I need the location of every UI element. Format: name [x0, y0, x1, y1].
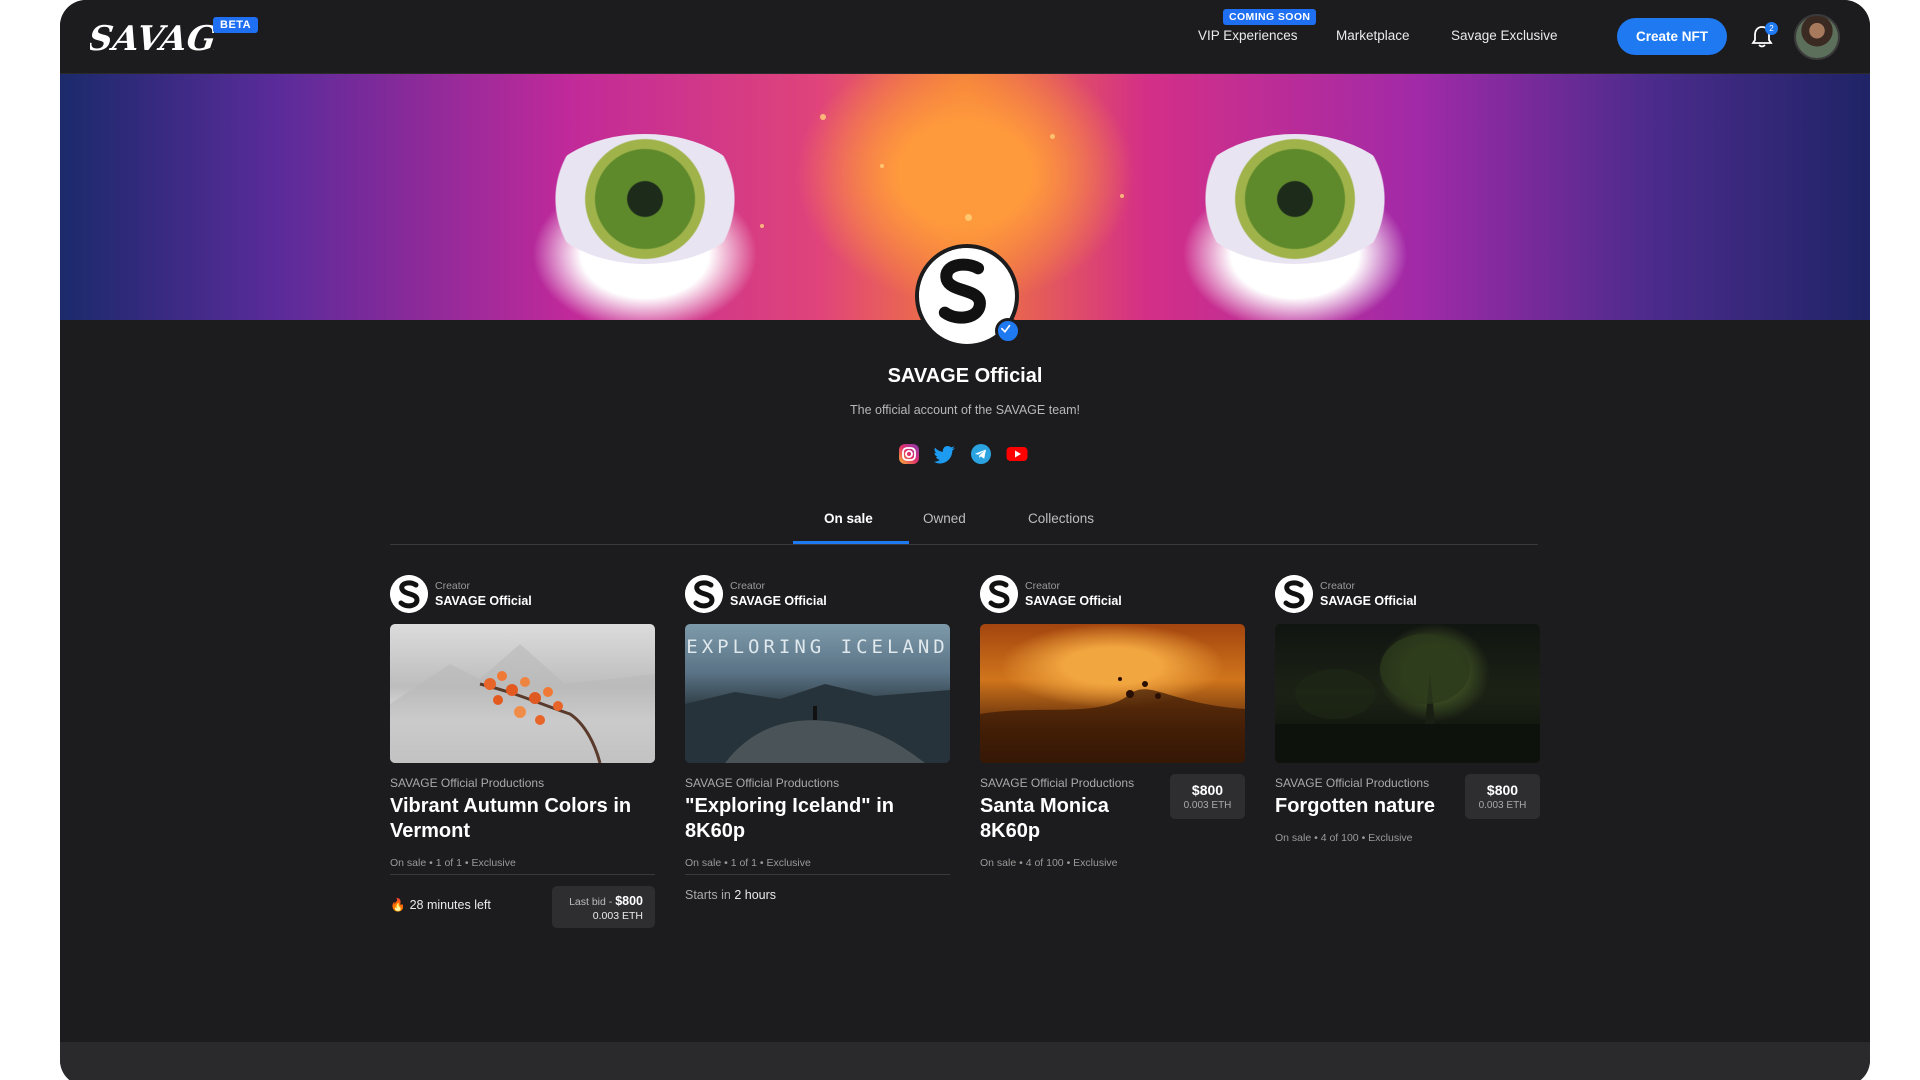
bid-label: Last bid -	[569, 896, 616, 908]
price-box: $800 0.003 ETH	[1170, 774, 1245, 819]
social-links	[898, 443, 1028, 465]
creator-label: Creator	[435, 580, 471, 592]
creator-name: SAVAGE Official	[730, 594, 827, 608]
bid-eth: 0.003 ETH	[592, 910, 643, 922]
tab-owned[interactable]: Owned	[923, 511, 966, 526]
nav-marketplace[interactable]: Marketplace	[1336, 28, 1410, 43]
creator-avatar	[980, 575, 1018, 613]
nft-meta: On sale • 4 of 100 • Exclusive	[980, 857, 1118, 869]
profile-tabs: On sale Owned Collections	[390, 500, 1538, 545]
nft-meta: On sale • 1 of 1 • Exclusive	[685, 857, 811, 869]
price-eth: 0.003 ETH	[1478, 800, 1527, 811]
card-divider	[390, 874, 655, 875]
creator-avatar	[1275, 575, 1313, 613]
auction-start: Starts in 2 hours	[685, 888, 776, 902]
forest-image	[1275, 634, 1540, 763]
notification-badge: 2	[1765, 22, 1778, 35]
instagram-icon[interactable]	[898, 443, 920, 465]
banner-eye-left	[540, 134, 750, 264]
fire-icon: 🔥	[390, 898, 406, 912]
profile-name: SAVAGE Official	[887, 365, 1043, 387]
nft-title[interactable]: Santa Monica 8K60p	[980, 794, 1155, 844]
tab-collections[interactable]: Collections	[1028, 511, 1094, 526]
nft-thumbnail[interactable]: EXPLORING ICELAND	[685, 624, 950, 763]
creator-label: Creator	[1320, 580, 1356, 592]
creator-label: Creator	[730, 580, 766, 592]
nft-thumbnail[interactable]	[390, 624, 655, 763]
logo-text: SAVAGE	[90, 19, 214, 58]
savage-logo[interactable]: SAVAGE	[90, 14, 214, 58]
starts-label: Starts in	[685, 888, 735, 902]
banner-eye-right	[1190, 134, 1400, 264]
user-avatar[interactable]	[1794, 14, 1840, 60]
autumn-branch-image	[390, 644, 655, 763]
creator-label: Creator	[1025, 580, 1061, 592]
beta-badge: BETA	[213, 17, 259, 33]
ocean-sunset-image	[980, 677, 1245, 763]
producer-name: SAVAGE Official Productions	[685, 776, 840, 790]
creator-name: SAVAGE Official	[435, 594, 532, 608]
creator-row[interactable]: Creator SAVAGE Official	[980, 575, 1245, 615]
creator-row[interactable]: Creator SAVAGE Official	[1275, 575, 1540, 615]
timer-text: 28 minutes left	[409, 898, 491, 912]
verified-badge-icon	[995, 318, 1021, 344]
nft-meta: On sale • 4 of 100 • Exclusive	[1275, 832, 1413, 844]
iceland-landscape-image	[685, 684, 950, 763]
creator-name: SAVAGE Official	[1320, 594, 1417, 608]
price-usd: $800	[1486, 782, 1519, 798]
producer-name: SAVAGE Official Productions	[1275, 776, 1430, 790]
nav-vip-experiences[interactable]: VIP Experiences	[1198, 28, 1298, 43]
card-divider	[685, 874, 950, 875]
creator-name: SAVAGE Official	[1025, 594, 1122, 608]
creator-row[interactable]: Creator SAVAGE Official	[685, 575, 950, 615]
creator-avatar	[685, 575, 723, 613]
creator-row[interactable]: Creator SAVAGE Official	[390, 575, 655, 615]
telegram-icon[interactable]	[970, 443, 992, 465]
producer-name: SAVAGE Official Productions	[390, 776, 545, 790]
nav-savage-exclusive[interactable]: Savage Exclusive	[1451, 28, 1558, 43]
tab-on-sale[interactable]: On sale	[824, 511, 873, 526]
auction-timer: 🔥 28 minutes left	[390, 898, 491, 913]
nft-title[interactable]: "Exploring Iceland" in 8K60p	[685, 794, 950, 844]
last-bid-box: Last bid - $800 0.003 ETH	[552, 886, 655, 928]
price-box: $800 0.003 ETH	[1465, 774, 1540, 819]
price-eth: 0.003 ETH	[1183, 800, 1232, 811]
nft-title[interactable]: Vibrant Autumn Colors in Vermont	[390, 794, 655, 844]
twitter-icon[interactable]	[934, 443, 956, 465]
youtube-icon[interactable]	[1006, 443, 1028, 465]
coming-soon-badge: COMING SOON	[1223, 9, 1317, 25]
nft-thumbnail[interactable]	[1275, 624, 1540, 763]
starts-value: 2 hours	[734, 888, 777, 902]
create-nft-button[interactable]: Create NFT	[1617, 18, 1727, 55]
app-window: SAVAGE BETA COMING SOON VIP Experiences …	[60, 0, 1870, 1080]
nft-meta: On sale • 1 of 1 • Exclusive	[390, 857, 516, 869]
bid-usd: $800	[615, 894, 643, 908]
price-usd: $800	[1191, 782, 1224, 798]
producer-name: SAVAGE Official Productions	[980, 776, 1135, 790]
nft-title[interactable]: Forgotten nature	[1275, 794, 1450, 819]
active-tab-indicator	[793, 541, 909, 544]
nft-thumbnail[interactable]	[980, 624, 1245, 763]
top-header: SAVAGE BETA COMING SOON VIP Experiences …	[60, 0, 1870, 74]
profile-bio: The official account of the SAVAGE team!	[850, 403, 1080, 417]
footer	[60, 1042, 1870, 1080]
creator-avatar	[390, 575, 428, 613]
